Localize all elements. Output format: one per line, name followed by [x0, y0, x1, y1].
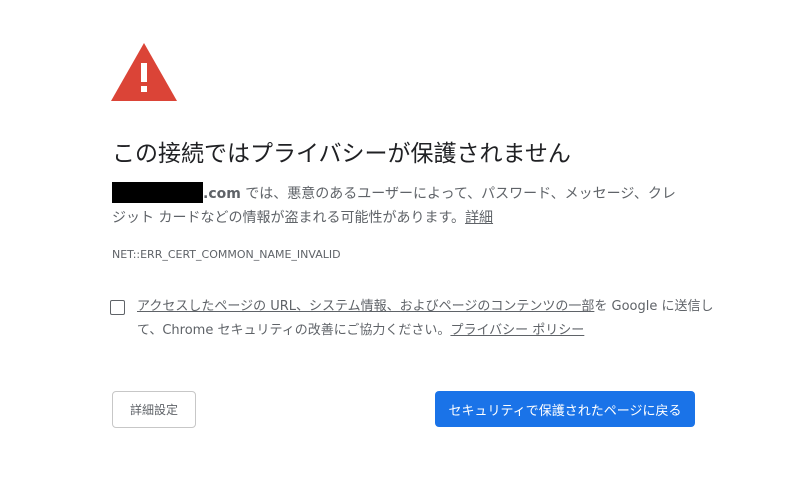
warning-triangle-icon — [111, 43, 177, 101]
error-code: NET::ERR_CERT_COMMON_NAME_INVALID — [112, 248, 341, 261]
redacted-domain — [112, 182, 203, 203]
description-text-2: ジット カードなどの情報が盗まれる可能性があります。 — [112, 210, 466, 226]
description-line-1: .com では、悪意のあるユーザーによって、パスワード、メッセージ、クレ — [112, 182, 702, 206]
opt-in-label: アクセスしたページの URL、システム情報、およびページのコンテンツの一部を G… — [137, 295, 713, 343]
opt-in-text-1: を Google に送信し — [594, 299, 714, 314]
interstitial-page: この接続ではプライバシーが保護されません .com では、悪意のあるユーザーによ… — [0, 0, 800, 495]
opt-in-text-2: て、Chrome セキュリティの改善にご協力ください。 — [137, 323, 451, 338]
description-text-1: では、悪意のあるユーザーによって、パスワード、メッセージ、クレ — [240, 186, 676, 202]
domain-suffix: .com — [203, 186, 241, 202]
opt-in-data-link[interactable]: アクセスしたページの URL、システム情報、およびページのコンテンツの一部 — [137, 299, 594, 314]
advanced-button[interactable]: 詳細設定 — [112, 391, 196, 428]
back-to-safety-button[interactable]: セキュリティで保護されたページに戻る — [435, 391, 695, 427]
details-link[interactable]: 詳細 — [465, 210, 493, 226]
opt-in-line-2: て、Chrome セキュリティの改善にご協力ください。プライバシー ポリシー — [137, 319, 702, 343]
privacy-policy-link[interactable]: プライバシー ポリシー — [450, 323, 584, 338]
page-title: この接続ではプライバシーが保護されません — [112, 141, 571, 167]
description-line-2: ジット カードなどの情報が盗まれる可能性があります。詳細 — [112, 206, 702, 230]
opt-in-line-1: アクセスしたページの URL、システム情報、およびページのコンテンツの一部を G… — [137, 295, 713, 319]
warning-description: .com では、悪意のあるユーザーによって、パスワード、メッセージ、クレ ジット… — [112, 182, 702, 230]
opt-in-checkbox[interactable] — [110, 300, 125, 315]
